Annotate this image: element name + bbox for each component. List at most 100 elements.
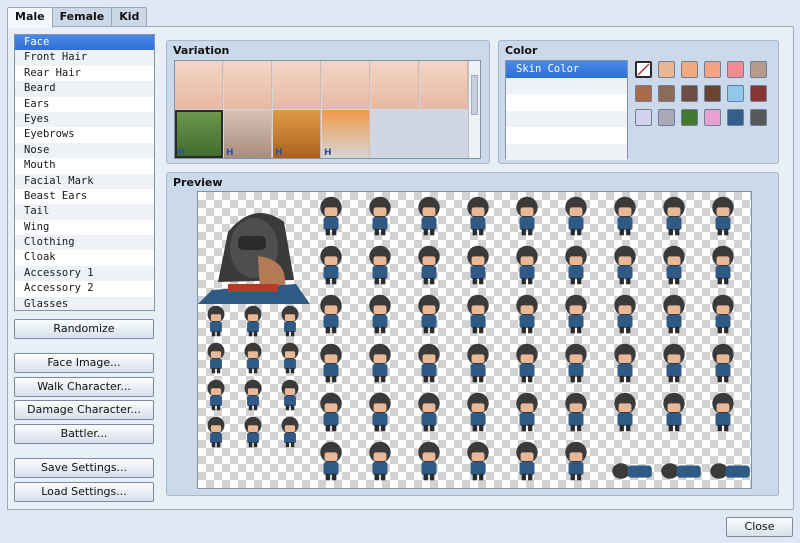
parts-list-item[interactable]: Rear Hair: [15, 66, 154, 81]
color-swatch[interactable]: [635, 85, 652, 102]
color-swatch[interactable]: [681, 109, 698, 126]
variation-scrollbar[interactable]: [468, 61, 480, 158]
parts-list-item[interactable]: Beard: [15, 81, 154, 97]
parts-list-item[interactable]: Ears: [15, 97, 154, 112]
variation-option[interactable]: [175, 61, 223, 109]
gender-tabs: Male Female Kid: [7, 7, 148, 28]
variation-option[interactable]: H: [224, 110, 272, 158]
color-swatch[interactable]: [704, 85, 721, 102]
character-sprite: [467, 294, 489, 334]
character-sprite: [244, 416, 262, 448]
character-sprite: [467, 343, 489, 383]
color-swatch[interactable]: [727, 61, 744, 78]
parts-list-item[interactable]: Accessory 2: [15, 281, 154, 296]
character-sprite: [320, 294, 342, 334]
character-sprite: [369, 294, 391, 334]
character-sprite: [418, 196, 440, 236]
color-swatch[interactable]: [704, 61, 721, 78]
character-sprite: [467, 196, 489, 236]
character-sprite: [516, 196, 538, 236]
parts-list-item[interactable]: Accessory 1: [15, 265, 154, 282]
parts-list-item[interactable]: Tail: [15, 204, 154, 220]
character-sprite: [369, 245, 391, 285]
color-target-item: [506, 110, 627, 127]
variation-grid[interactable]: H H H H: [174, 60, 481, 159]
tab-male[interactable]: Male: [7, 7, 53, 28]
damage-character-button[interactable]: Damage Character...: [14, 400, 154, 420]
color-swatch[interactable]: [704, 109, 721, 126]
parts-list-item[interactable]: Wing: [15, 220, 154, 235]
parts-list-item[interactable]: Facial Mark: [15, 173, 154, 189]
variation-badge: H: [177, 148, 185, 158]
variation-option[interactable]: [322, 61, 370, 109]
character-sprite: [663, 343, 685, 383]
character-sprite: [663, 245, 685, 285]
parts-list-item[interactable]: Nose: [15, 142, 154, 159]
character-sprite: [712, 294, 734, 334]
color-swatch[interactable]: [727, 85, 744, 102]
color-swatch[interactable]: [750, 61, 767, 78]
parts-list-item[interactable]: Front Hair: [15, 50, 154, 66]
character-sprite: [418, 343, 440, 383]
character-sprite: [565, 196, 587, 236]
color-target-item: [506, 94, 627, 111]
parts-list-item[interactable]: Clothing: [15, 235, 154, 251]
character-sprite: [614, 392, 636, 432]
character-sprite: [614, 196, 636, 236]
color-swatch-none[interactable]: [635, 61, 652, 78]
variation-option[interactable]: [420, 61, 468, 109]
variation-option[interactable]: H: [273, 110, 321, 158]
color-target-item: [506, 127, 627, 144]
character-sprite: [663, 392, 685, 432]
variation-option[interactable]: [224, 61, 272, 109]
character-sprite: [712, 245, 734, 285]
variation-option[interactable]: [273, 61, 321, 109]
character-sprite: [712, 343, 734, 383]
color-target-item[interactable]: Skin Color: [506, 61, 627, 78]
save-settings-button[interactable]: Save Settings...: [14, 458, 154, 478]
color-swatch[interactable]: [658, 85, 675, 102]
battler-button[interactable]: Battler...: [14, 424, 154, 444]
parts-list-item[interactable]: Glasses: [15, 296, 154, 310]
close-button[interactable]: Close: [726, 517, 793, 537]
color-swatch[interactable]: [750, 109, 767, 126]
tab-kid[interactable]: Kid: [111, 7, 148, 27]
face-image-button[interactable]: Face Image...: [14, 353, 154, 373]
variation-badge: H: [275, 148, 283, 158]
parts-list-item[interactable]: Mouth: [15, 158, 154, 173]
character-sprite: [614, 245, 636, 285]
character-sprite: [418, 441, 440, 481]
parts-list-item[interactable]: Eyes: [15, 111, 154, 128]
character-sprite: [663, 294, 685, 334]
variation-option-selected[interactable]: H: [175, 110, 223, 158]
color-swatch[interactable]: [727, 109, 744, 126]
parts-list-item[interactable]: Eyebrows: [15, 127, 154, 142]
color-target-list[interactable]: Skin Color: [505, 60, 628, 160]
color-swatch[interactable]: [658, 109, 675, 126]
parts-list-item[interactable]: Cloak: [15, 250, 154, 265]
character-sprite: [614, 343, 636, 383]
variation-group: Variation H H H H: [166, 40, 490, 164]
color-swatch[interactable]: [681, 61, 698, 78]
load-settings-button[interactable]: Load Settings...: [14, 482, 154, 502]
character-sprite: [207, 416, 225, 448]
color-swatch[interactable]: [635, 109, 652, 126]
variation-option[interactable]: H: [322, 110, 370, 158]
variation-option[interactable]: [371, 61, 419, 109]
color-swatch[interactable]: [658, 61, 675, 78]
tab-female[interactable]: Female: [51, 7, 113, 27]
character-sprite: [207, 305, 225, 337]
scroll-thumb[interactable]: [471, 75, 478, 115]
parts-list-item[interactable]: Face: [15, 35, 154, 51]
character-sprite: [281, 416, 299, 448]
parts-list-item[interactable]: Beast Ears: [15, 189, 154, 204]
parts-list[interactable]: Face Front Hair Rear Hair Beard Ears Eye…: [14, 34, 155, 311]
character-sprite: [207, 379, 225, 411]
character-sprite: [244, 305, 262, 337]
color-swatch[interactable]: [681, 85, 698, 102]
character-sprite: [244, 379, 262, 411]
walk-character-button[interactable]: Walk Character...: [14, 377, 154, 397]
randomize-button[interactable]: Randomize: [14, 319, 154, 339]
color-swatch[interactable]: [750, 85, 767, 102]
character-sprite: [614, 294, 636, 334]
